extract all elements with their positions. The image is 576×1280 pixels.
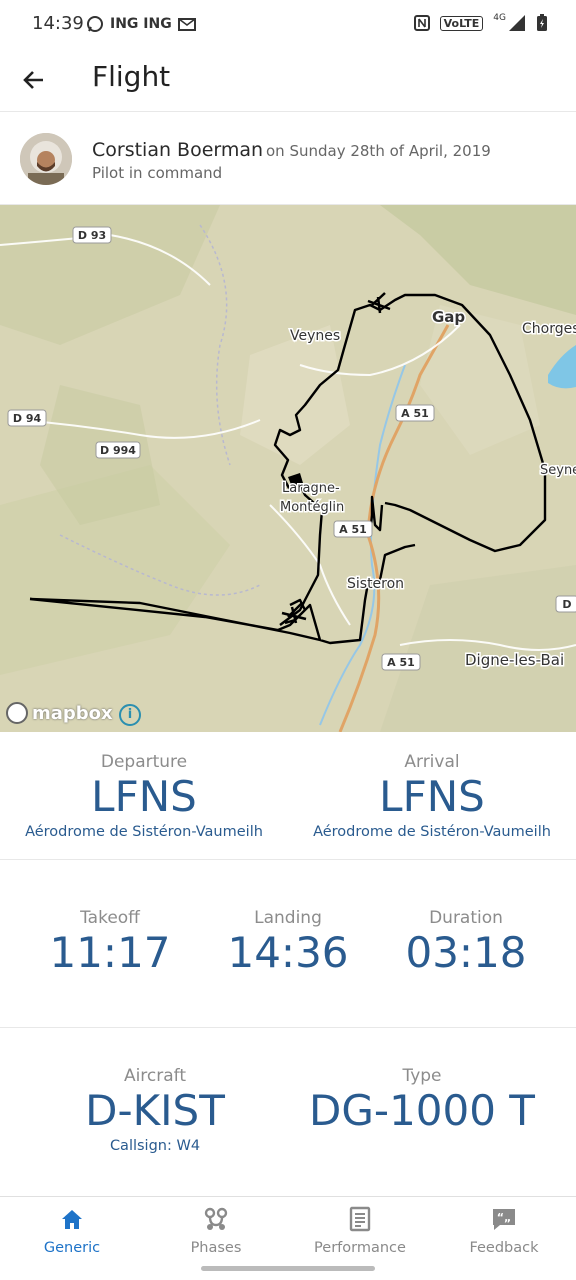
nav-item-performance[interactable]: Performance xyxy=(288,1197,432,1267)
map-label-d93: D 93 xyxy=(78,229,106,242)
map-label-sisteron: Sisteron xyxy=(347,576,404,592)
duration-column: Duration 03:18 xyxy=(378,908,554,976)
nfc-icon xyxy=(413,15,430,31)
map-label-gap: Gap xyxy=(432,308,465,326)
map-label-seyne: Seyne xyxy=(540,463,576,478)
status-time: 14:39 xyxy=(32,13,84,34)
map-label-a51-north: A 51 xyxy=(401,407,429,420)
performance-icon xyxy=(349,1206,371,1232)
mail-icon xyxy=(177,18,196,31)
aircraft-column: Aircraft D-KIST Callsign: W4 xyxy=(40,1066,270,1154)
arrow-back-icon xyxy=(23,71,43,89)
nav-label-feedback: Feedback xyxy=(469,1240,539,1256)
status-bar: 14:39 ING ING VoLTE 4G xyxy=(0,0,576,50)
map-label-laragne-2: Montéglin xyxy=(280,500,344,515)
nav-item-feedback[interactable]: “„ Feedback xyxy=(432,1197,576,1267)
back-button[interactable] xyxy=(16,62,52,98)
takeoff-time: 11:17 xyxy=(49,928,171,977)
aircraft-label: Aircraft xyxy=(123,1066,187,1086)
signal-icon xyxy=(509,15,525,31)
aircraft-registration[interactable]: D-KIST xyxy=(40,1087,270,1134)
phases-icon xyxy=(204,1207,228,1230)
type-label: Type xyxy=(402,1066,442,1086)
map-label-d94: D 94 xyxy=(13,412,42,425)
notification-area: ING ING xyxy=(86,15,196,33)
map-label-a51-center: A 51 xyxy=(339,523,367,536)
departure-column: Departure LFNS Aérodrome de Sistéron-Vau… xyxy=(0,752,288,840)
departure-code[interactable]: LFNS xyxy=(0,773,288,820)
notification-text: ING ING xyxy=(110,16,172,32)
takeoff-label: Takeoff xyxy=(80,908,140,928)
departure-name: Aérodrome de Sistéron-Vaumeilh xyxy=(25,824,263,841)
nav-label-performance: Performance xyxy=(314,1240,406,1256)
pilot-name[interactable]: Corstian Boerman xyxy=(92,139,263,161)
mapbox-text: mapbox xyxy=(32,702,113,724)
nav-label-phases: Phases xyxy=(190,1240,242,1256)
times-section: Takeoff 11:17 Landing 14:36 Duration 03:… xyxy=(0,860,576,1028)
flight-map[interactable]: D 93 D 94 D 994 A 51 A 51 A 51 D Veynes … xyxy=(0,205,576,732)
mapbox-icon xyxy=(6,702,28,724)
aircraft-type: DG-1000 T xyxy=(309,1086,535,1135)
home-icon xyxy=(62,1210,82,1229)
arrival-code[interactable]: LFNS xyxy=(288,773,576,820)
airports-section: Departure LFNS Aérodrome de Sistéron-Vau… xyxy=(0,732,576,860)
duration-label: Duration xyxy=(429,908,503,928)
arrival-column: Arrival LFNS Aérodrome de Sistéron-Vaume… xyxy=(288,752,576,840)
svg-text:“„: “„ xyxy=(497,1211,511,1224)
aircraft-callsign: Callsign: W4 xyxy=(109,1138,201,1155)
avatar-image xyxy=(20,133,72,185)
aircraft-section: Aircraft D-KIST Callsign: W4 Type DG-100… xyxy=(0,1028,576,1196)
map-label-d-right: D xyxy=(562,598,571,611)
nav-item-phases[interactable]: Phases xyxy=(144,1197,288,1267)
landing-label: Landing xyxy=(254,908,322,928)
avatar[interactable] xyxy=(20,133,72,185)
takeoff-column: Takeoff 11:17 xyxy=(22,908,198,976)
battery-icon xyxy=(537,14,547,31)
status-icons: VoLTE 4G xyxy=(413,13,548,32)
map-canvas: D 93 D 94 D 994 A 51 A 51 A 51 D Veynes … xyxy=(0,205,576,732)
map-label-a51-south: A 51 xyxy=(387,656,415,669)
volte-badge: VoLTE xyxy=(439,15,484,31)
nav-label-generic: Generic xyxy=(43,1240,101,1256)
map-label-veynes: Veynes xyxy=(290,328,340,344)
info-icon[interactable]: i xyxy=(119,704,141,726)
map-label-chorges: Chorges xyxy=(522,321,576,337)
type-column: Type DG-1000 T xyxy=(296,1066,548,1134)
arrival-label: Arrival xyxy=(404,752,460,772)
mapbox-attribution[interactable]: mapbox xyxy=(6,702,113,724)
flight-date: on Sunday 28th of April, 2019 xyxy=(266,142,491,160)
departure-label: Departure xyxy=(100,752,188,772)
nav-item-generic[interactable]: Generic xyxy=(0,1197,144,1267)
map-label-laragne-1: Laragne- xyxy=(282,481,340,496)
app-bar: Flight xyxy=(0,50,576,112)
pilot-role: Pilot in command xyxy=(92,164,223,182)
landing-time: 14:36 xyxy=(227,928,349,977)
map-label-d994: D 994 xyxy=(100,444,136,457)
arrival-name: Aérodrome de Sistéron-Vaumeilh xyxy=(313,824,551,841)
duration-time: 03:18 xyxy=(405,928,527,977)
gesture-bar[interactable] xyxy=(201,1266,375,1271)
network-type: 4G xyxy=(493,13,506,23)
pilot-row: Corstian Boerman on Sunday 28th of April… xyxy=(0,113,576,205)
map-label-digne: Digne-les-Bai xyxy=(465,651,564,669)
page-title: Flight xyxy=(92,60,171,93)
landing-column: Landing 14:36 xyxy=(200,908,376,976)
feedback-icon: “„ xyxy=(493,1209,515,1230)
whatsapp-icon xyxy=(87,16,103,32)
